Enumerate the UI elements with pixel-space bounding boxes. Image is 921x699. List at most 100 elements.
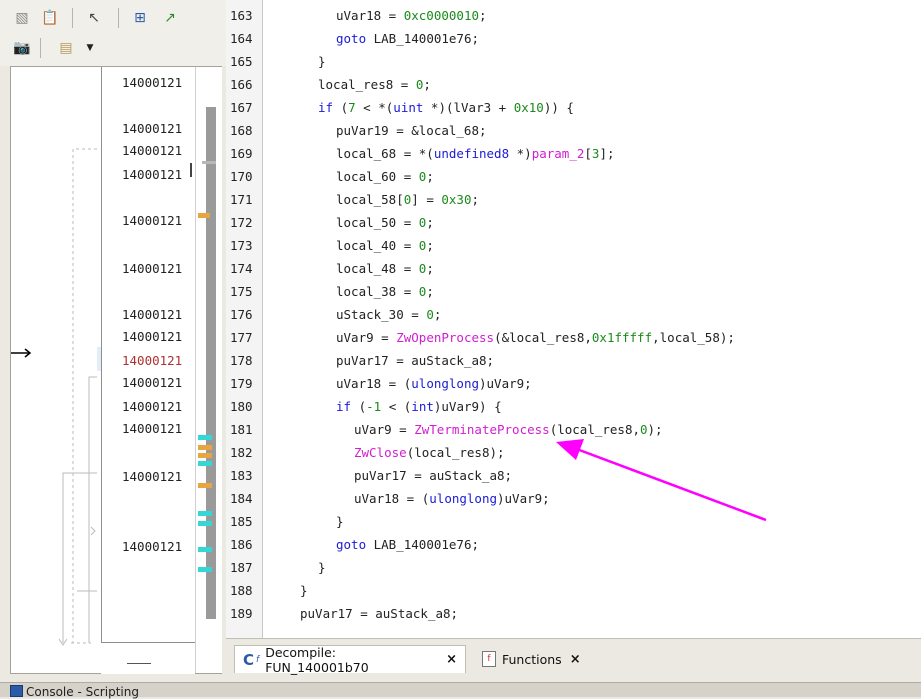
function-call-token[interactable]: ZwOpenProcess: [396, 330, 494, 345]
line-number: 168: [230, 123, 253, 138]
code-token: )uVar9) {: [433, 399, 502, 414]
line-number: 177: [230, 330, 253, 345]
code-line[interactable]: local_48 = 0;: [336, 261, 434, 276]
tab-label: Decompile: FUN_140001b70: [265, 644, 369, 675]
code-line[interactable]: local_68 = *(undefined8 *)param_2[3];: [336, 146, 615, 161]
code-line[interactable]: local_58[0] = 0x30;: [336, 192, 479, 207]
code-token: (local_res8);: [406, 445, 505, 460]
code-token: local_48 =: [336, 261, 419, 276]
code-line[interactable]: uVar18 = (ulonglong)uVar9;: [336, 376, 532, 391]
listing-address[interactable]: 14000121: [122, 539, 182, 554]
overview-bar[interactable]: [195, 67, 222, 673]
overview-marker: [198, 483, 212, 488]
listing-address[interactable]: 14000121: [122, 167, 182, 182]
code-line[interactable]: }: [336, 514, 344, 529]
listing-address[interactable]: 14000121: [122, 307, 182, 322]
code-line[interactable]: }: [318, 54, 326, 69]
listing-address[interactable]: 14000121: [122, 469, 182, 484]
listing-address[interactable]: 14000121: [122, 329, 182, 344]
listing-address[interactable]: 14000121: [122, 399, 182, 414]
listing-address[interactable]: 14000121: [122, 261, 182, 276]
keyword-token: goto: [336, 31, 367, 46]
code-token: )uVar9;: [479, 376, 532, 391]
code-line[interactable]: if (7 < *(uint *)(lVar3 + 0x10)) {: [318, 100, 574, 115]
code-token: LAB_140001e76;: [366, 31, 479, 46]
overview-marker: [198, 547, 212, 552]
code-line[interactable]: uVar9 = ZwOpenProcess(&local_res8,0x1fff…: [336, 330, 735, 345]
paste-icon[interactable]: 📋: [40, 8, 60, 28]
code-line[interactable]: goto LAB_140001e76;: [336, 31, 479, 46]
code-line[interactable]: }: [318, 560, 326, 575]
code-line[interactable]: puVar17 = auStack_a8;: [354, 468, 512, 483]
code-token: ;: [426, 169, 434, 184]
code-token: }: [318, 54, 326, 69]
overview-marker: [198, 435, 212, 440]
code-token: (: [333, 100, 349, 115]
code-token: uVar18 = (: [336, 376, 412, 391]
code-line[interactable]: local_40 = 0;: [336, 238, 434, 253]
listing-address[interactable]: 14000121: [122, 421, 182, 436]
listing-pane[interactable]: 14000121 14000121 14000121 14000121 1400…: [10, 66, 222, 674]
decompile-icon: C: [243, 650, 255, 669]
code-line[interactable]: local_38 = 0;: [336, 284, 434, 299]
listing-address[interactable]: 14000121: [122, 121, 182, 136]
overview-marker: [198, 461, 212, 466]
address-column: 14000121 14000121 14000121 14000121 1400…: [101, 67, 196, 673]
code-line[interactable]: puVar19 = &local_68;: [336, 123, 487, 138]
function-call-token[interactable]: param_2: [532, 146, 585, 161]
copy-icon[interactable]: ▧: [12, 8, 32, 28]
overview-scroll-thumb[interactable]: [206, 107, 216, 619]
close-icon[interactable]: ×: [446, 652, 457, 667]
code-line[interactable]: uVar18 = (ulonglong)uVar9;: [354, 491, 550, 506]
code-token: ulonglong: [429, 491, 497, 506]
code-line[interactable]: puVar17 = auStack_a8;: [300, 606, 458, 621]
code-line[interactable]: local_res8 = 0;: [318, 77, 431, 92]
code-token: int: [411, 399, 434, 414]
code-line[interactable]: if (-1 < (int)uVar9) {: [336, 399, 502, 414]
line-number: 176: [230, 307, 253, 322]
code-line[interactable]: local_50 = 0;: [336, 215, 434, 230]
line-number: 188: [230, 583, 253, 598]
line-number: 165: [230, 54, 253, 69]
listing-address[interactable]: 14000121: [122, 375, 182, 390]
code-line[interactable]: puVar17 = auStack_a8;: [336, 353, 494, 368]
code-token: uVar18 =: [336, 8, 404, 23]
code-token: undefined8: [433, 146, 510, 161]
code-token: }: [318, 560, 326, 575]
code-line[interactable]: ZwClose(local_res8);: [354, 445, 505, 460]
code-token: ulonglong: [411, 376, 479, 391]
code-line[interactable]: uVar18 = 0xc0000010;: [336, 8, 487, 23]
line-number: 179: [230, 376, 253, 391]
code-token: local_50 =: [336, 215, 419, 230]
line-number: 178: [230, 353, 253, 368]
listing-address[interactable]: 14000121: [122, 213, 182, 228]
line-number: 186: [230, 537, 253, 552]
console-panel-header[interactable]: Console - Scripting: [0, 682, 921, 699]
toolbar-separator: [40, 38, 41, 58]
tab-decompile[interactable]: Cf Decompile: FUN_140001b70 ×: [234, 644, 466, 675]
listing-options-icon[interactable]: ▤: [56, 38, 76, 58]
tab-functions[interactable]: f Functions ×: [474, 645, 604, 673]
code-token: puVar17 = auStack_a8;: [354, 468, 513, 483]
table-view-icon[interactable]: ⊞: [130, 8, 150, 28]
function-call-token[interactable]: ZwTerminateProcess: [414, 422, 549, 437]
function-call-token[interactable]: ZwClose: [354, 445, 407, 460]
line-number: 180: [230, 399, 253, 414]
listing-address-current[interactable]: 14000121: [122, 353, 182, 368]
code-line[interactable]: local_60 = 0;: [336, 169, 434, 184]
graph-view-icon[interactable]: ↗: [160, 8, 180, 28]
line-number: 164: [230, 31, 253, 46]
cursor-select-icon[interactable]: ↖: [84, 8, 104, 28]
listing-address[interactable]: 14000121: [122, 143, 182, 158]
snapshot-icon[interactable]: 📷: [12, 38, 32, 58]
flow-arrows-column: [11, 67, 101, 673]
code-line[interactable]: goto LAB_140001e76;: [336, 537, 479, 552]
code-token: local_res8 =: [318, 77, 416, 92]
code-token: ;: [426, 261, 434, 276]
code-token: ;: [426, 238, 434, 253]
close-icon[interactable]: ×: [570, 652, 581, 667]
listing-address[interactable]: 14000121: [122, 75, 182, 90]
code-line[interactable]: }: [300, 583, 308, 598]
dropdown-arrow-icon[interactable]: ▼: [80, 38, 100, 58]
code-line[interactable]: uStack_30 = 0;: [336, 307, 441, 322]
